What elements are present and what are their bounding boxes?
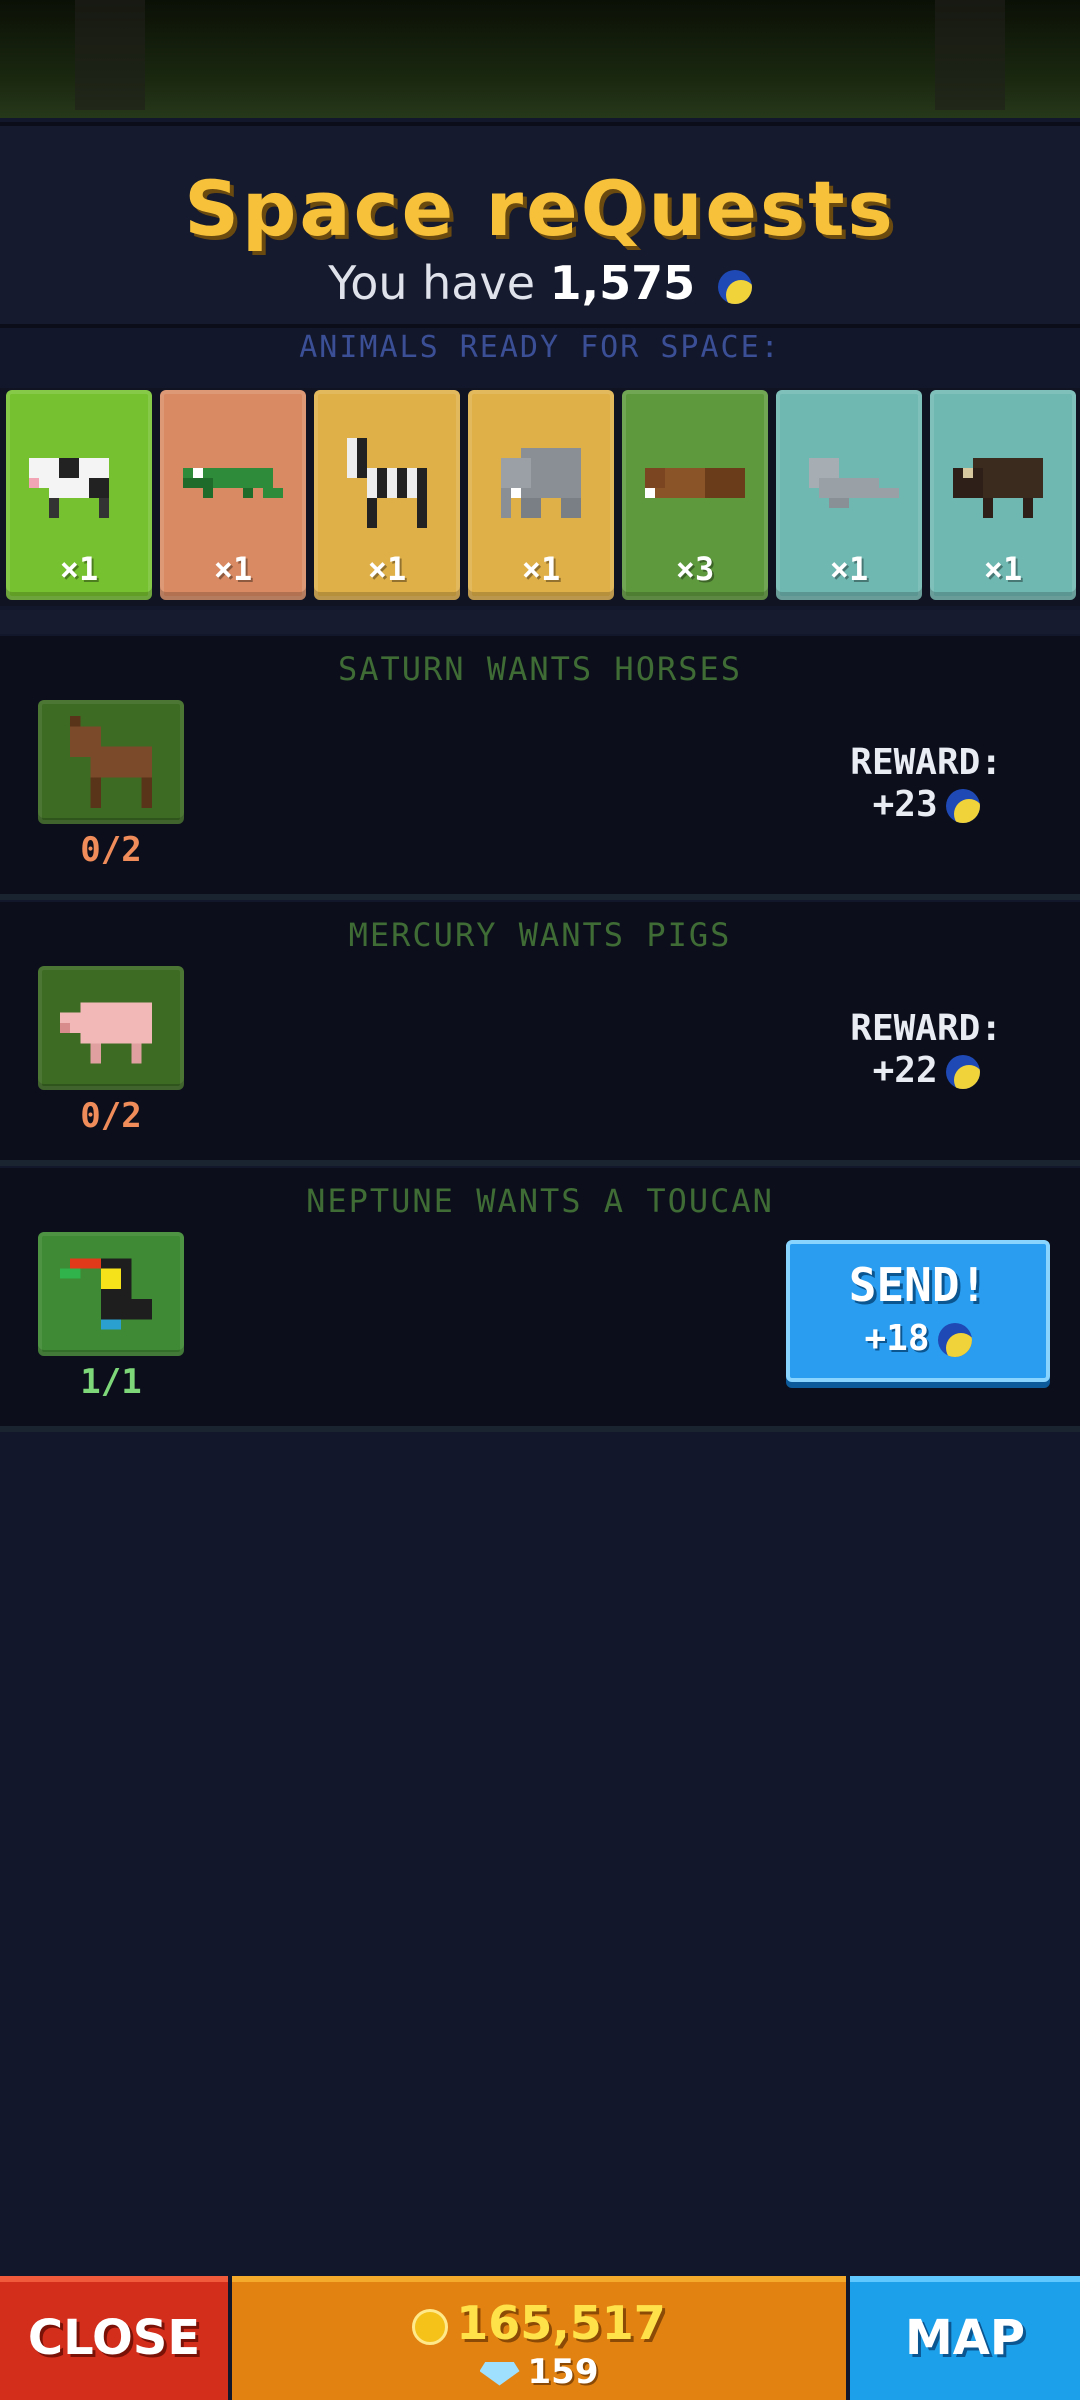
zebra-icon: [347, 438, 427, 528]
send-button[interactable]: SEND! +18: [786, 1240, 1050, 1382]
pig-icon: [60, 1002, 152, 1064]
moon-coin-icon: [937, 1323, 972, 1357]
animals-row[interactable]: ×1 ×1 ×1 ×1 ×3 ×1 ×1: [0, 388, 1080, 606]
toucan-icon: [60, 1258, 152, 1330]
animal-card-crocodile[interactable]: ×1: [160, 390, 306, 600]
animal-count: ×1: [983, 550, 1023, 588]
request-animal-thumb[interactable]: [38, 1232, 184, 1356]
request-progress: 1/1: [80, 1362, 142, 1402]
animal-card-seal[interactable]: ×1: [776, 390, 922, 600]
request-mercury: MERCURY WANTS PIGS 0/2 REWARD: +22: [0, 902, 1080, 1166]
close-button[interactable]: CLOSE: [0, 2276, 228, 2400]
section-divider: [0, 610, 1080, 634]
request-animal-thumb[interactable]: [38, 966, 184, 1090]
animal-card-cow[interactable]: ×1: [6, 390, 152, 600]
cow-icon: [29, 458, 109, 518]
map-button[interactable]: MAP: [850, 2276, 1080, 2400]
request-neptune: NEPTUNE WANTS A TOUCAN 1/1 SEND! +18: [0, 1168, 1080, 1432]
horse-icon: [70, 716, 152, 808]
request-title: NEPTUNE WANTS A TOUCAN: [306, 1182, 774, 1220]
request-title: SATURN WANTS HORSES: [337, 650, 743, 688]
animal-count: ×1: [367, 550, 407, 588]
beaver-icon: [645, 468, 745, 498]
moon-coin-icon: [945, 789, 980, 823]
gem-amount: 159: [527, 2352, 599, 2392]
moon-coin-icon: [945, 1055, 980, 1089]
animals-section-label: ANIMALS READY FOR SPACE:: [299, 330, 781, 365]
request-saturn: SATURN WANTS HORSES 0/2 REWARD: +23: [0, 636, 1080, 900]
tree-silhouette: [935, 0, 1005, 110]
musk-ox-icon: [953, 458, 1043, 518]
bottom-bar: CLOSE 165,517 159 MAP: [0, 2276, 1080, 2400]
request-progress: 0/2: [80, 1096, 142, 1136]
moon-coin-icon: [717, 269, 752, 304]
gold-coin-icon: [412, 2308, 449, 2345]
reward-info: REWARD: +23: [850, 742, 1002, 826]
animal-card-beaver[interactable]: ×3: [622, 390, 768, 600]
request-animal-thumb[interactable]: [38, 700, 184, 824]
animal-count: ×1: [213, 550, 253, 588]
page-title: Space reQuests: [184, 164, 896, 253]
animal-card-zebra[interactable]: ×1: [314, 390, 460, 600]
send-reward-amount: +18: [864, 1318, 930, 1359]
balance-amount: 1,575: [549, 256, 696, 310]
gem-icon: [479, 2361, 520, 2386]
background-scene: [0, 0, 1080, 118]
animal-count: ×1: [59, 550, 99, 588]
reward-label: REWARD:: [850, 1008, 1002, 1049]
elephant-icon: [501, 448, 581, 518]
currency-display: 165,517 159: [232, 2276, 846, 2400]
animal-card-musk-ox[interactable]: ×1: [930, 390, 1076, 600]
animal-count: ×1: [829, 550, 869, 588]
crocodile-icon: [183, 468, 283, 498]
request-title: MERCURY WANTS PIGS: [348, 916, 732, 954]
request-progress: 0/2: [80, 830, 142, 870]
balance-prefix: You have: [328, 256, 535, 310]
gold-amount: 165,517: [456, 2296, 666, 2350]
animal-card-elephant[interactable]: ×1: [468, 390, 614, 600]
animal-count: ×3: [675, 550, 715, 588]
seal-icon: [809, 458, 899, 508]
reward-amount: +23: [872, 784, 938, 825]
send-label: SEND!: [848, 1258, 988, 1312]
reward-label: REWARD:: [850, 742, 1002, 783]
animal-count: ×1: [521, 550, 561, 588]
header-panel: Space reQuests You have 1,575: [0, 122, 1080, 328]
reward-info: REWARD: +22: [850, 1008, 1002, 1092]
reward-amount: +22: [872, 1050, 938, 1091]
tree-silhouette: [75, 0, 145, 110]
balance-line: You have 1,575: [0, 256, 1080, 310]
